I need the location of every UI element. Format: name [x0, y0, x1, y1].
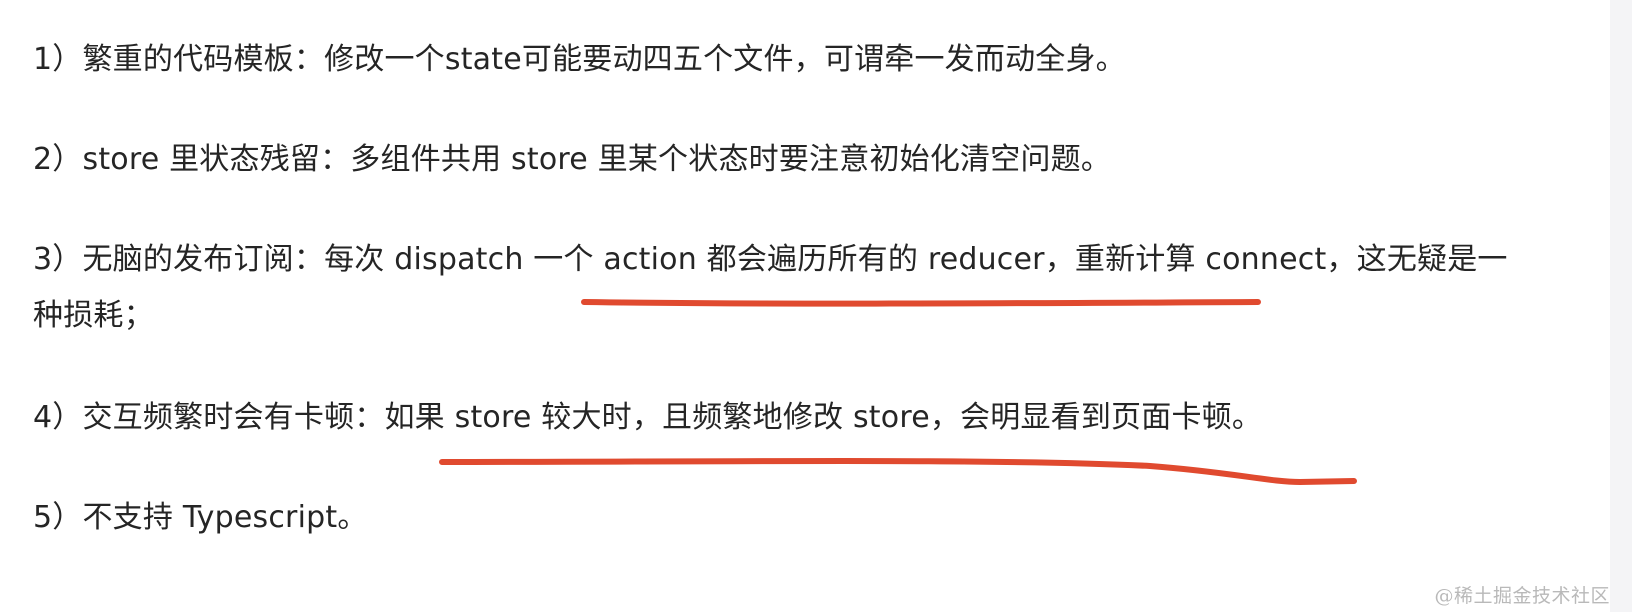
- list-item-3: 3）无脑的发布订阅：每次 dispatch 一个 action 都会遍历所有的 …: [33, 242, 1508, 277]
- list-item-5: 5）不支持 Typescript。: [33, 500, 368, 535]
- article-content: 1）繁重的代码模板：修改一个state可能要动四五个文件，可谓牵一发而动全身。 …: [33, 0, 1553, 612]
- watermark: @稀土掘金技术社区: [1434, 585, 1610, 607]
- list-item-2: 2）store 里状态残留：多组件共用 store 里某个状态时要注意初始化清空…: [33, 142, 1112, 177]
- list-item-3-continuation: 种损耗；: [33, 298, 154, 333]
- list-item-4: 4）交互频繁时会有卡顿：如果 store 较大时，且频繁地修改 store，会明…: [33, 400, 1263, 435]
- list-item-1: 1）繁重的代码模板：修改一个state可能要动四五个文件，可谓牵一发而动全身。: [33, 42, 1126, 77]
- right-scroll-gutter: [1610, 0, 1632, 612]
